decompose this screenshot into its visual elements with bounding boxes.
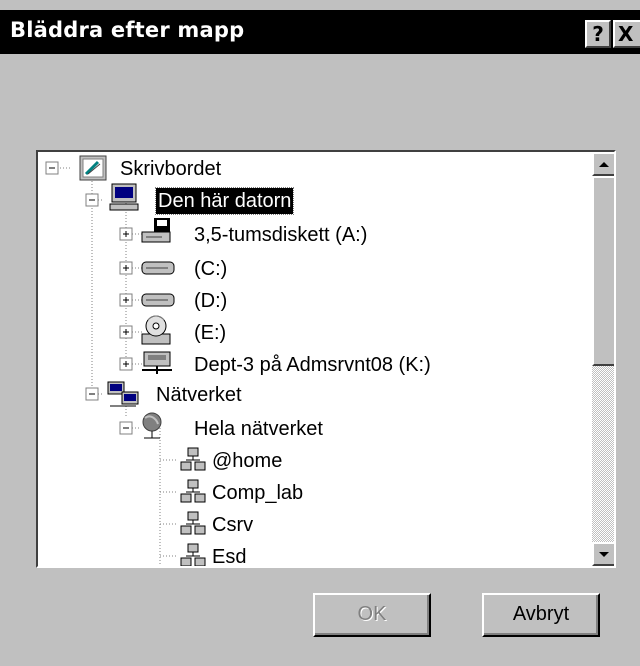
my-computer-icon [109,183,139,211]
scroll-up-arrow-icon [599,162,609,167]
cd-drive-icon [141,315,171,345]
entire-network-icon [142,412,162,439]
tree-item-esd[interactable]: Esd [212,544,246,566]
help-button[interactable]: ? [585,20,611,48]
tree-item-floppy-a[interactable]: 3,5-tumsdiskett (A:) [194,222,367,248]
tree-item-drive-c[interactable]: (C:) [194,256,227,282]
scroll-up-button[interactable] [592,152,614,176]
tree-item-desktop[interactable]: Skrivbordet [120,156,221,182]
tree-item-home[interactable]: @home [212,448,282,474]
ok-button[interactable]: OK [313,593,431,637]
network-neighborhood-icon [107,381,139,407]
floppy-drive-icon [141,218,171,243]
tree-item-my-computer[interactable]: Den här datorn [154,187,295,215]
folder-tree-view[interactable]: Skrivbordet Den här datorn 3,5-tumsdiske… [36,150,616,568]
scroll-down-arrow-icon [599,552,609,557]
title-bar[interactable]: Bläddra efter mapp ? X [0,10,640,54]
browse-folder-dialog: Bläddra efter mapp ? X Skrivbordet Den h… [0,0,640,666]
desktop-icon [79,155,107,181]
hard-drive-c-icon [141,261,175,275]
close-icon: X [618,22,634,46]
hard-drive-d-icon [141,293,175,307]
network-drive-icon [142,351,172,374]
workgroup-icon-comp-lab [180,479,206,503]
tree-item-entire-network[interactable]: Hela nätverket [194,416,323,442]
tree-item-network[interactable]: Nätverket [156,382,242,408]
tree-item-drive-e[interactable]: (E:) [194,320,226,346]
workgroup-icon-csrv [180,511,206,535]
scroll-thumb[interactable] [592,176,614,366]
cancel-button[interactable]: Avbryt [482,593,600,637]
dialog-title: Bläddra efter mapp [10,18,245,42]
tree-item-drive-k[interactable]: Dept-3 på Admsrvnt08 (K:) [194,352,431,378]
scroll-down-button[interactable] [592,542,614,566]
tree-item-drive-d[interactable]: (D:) [194,288,227,314]
tree-item-comp-lab[interactable]: Comp_lab [212,480,303,506]
close-button[interactable]: X [613,20,640,48]
tree-item-csrv[interactable]: Csrv [212,512,253,538]
workgroup-icon-home [180,447,206,471]
vertical-scrollbar[interactable] [592,152,614,566]
workgroup-icon-esd [180,543,206,566]
help-icon: ? [592,22,604,46]
